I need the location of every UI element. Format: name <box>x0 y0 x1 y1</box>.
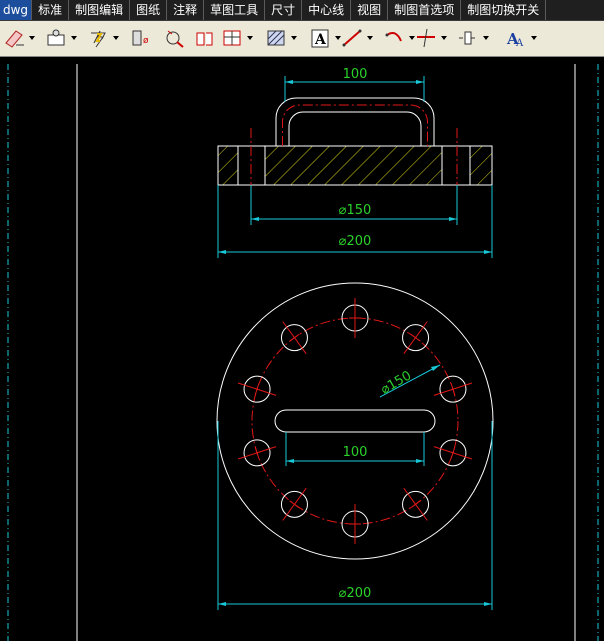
bolt-holes <box>237 298 473 544</box>
eraser-pencil-icon <box>5 30 24 48</box>
top-boltcircle-dim-text: ⌀150 <box>378 368 414 397</box>
menu-item[interactable]: 制图编辑 <box>69 0 131 20</box>
trim-button[interactable] <box>414 25 438 51</box>
bolt-hole <box>433 439 473 467</box>
note-text-button[interactable]: A <box>308 25 332 51</box>
menu-item[interactable]: 制图首选项 <box>388 0 462 20</box>
menu-item[interactable]: 注释 <box>167 0 205 20</box>
dropdown-arrow-icon[interactable] <box>531 35 537 41</box>
svg-text:ø: ø <box>143 36 149 46</box>
eraser-pencil-button[interactable] <box>2 25 26 51</box>
menu-item[interactable]: 标准 <box>32 0 70 20</box>
arc-button[interactable] <box>382 25 406 51</box>
hatch-region <box>265 146 442 185</box>
slot-length-dim-text: 100 <box>343 445 368 460</box>
top-outer-dim-text: ⌀200 <box>339 586 372 601</box>
bolt-circle <box>251 317 459 525</box>
menu-item[interactable]: 尺寸 <box>265 0 303 20</box>
menu-item[interactable]: 中心线 <box>302 0 352 20</box>
lightning-update-button[interactable] <box>86 25 110 51</box>
dropdown-arrow-icon[interactable] <box>247 35 253 41</box>
hatch-button[interactable] <box>264 25 288 51</box>
drawing-svg: 100 ⌀150 ⌀200 100 ⌀150 ⌀200 <box>7 64 599 641</box>
lightning-update-icon <box>91 30 106 48</box>
break-view-icon <box>196 32 213 46</box>
dim-arrow <box>431 365 440 371</box>
text-style-icon: AA <box>506 30 524 49</box>
menu-item[interactable]: 制图切换开关 <box>461 0 547 20</box>
dropdown-arrow-icon[interactable] <box>113 35 119 41</box>
dropdown-arrow-icon[interactable] <box>367 35 373 41</box>
front-handle-dim-text: 100 <box>343 67 368 82</box>
handle-centerline <box>282 104 428 146</box>
line-button[interactable] <box>340 25 364 51</box>
section-icon: ø <box>132 30 149 46</box>
front-view: 100 ⌀150 ⌀200 <box>217 67 493 258</box>
menu-item[interactable]: dwg <box>0 0 33 20</box>
broken-out-section-button[interactable] <box>220 25 244 51</box>
section-button[interactable]: ø <box>128 25 152 51</box>
menu-bar: dwg 标准 制图编辑 图纸 注释 草图工具 尺寸 中心线 视图 制图首选项 制图切换开关 <box>0 0 604 21</box>
front-outer-dim-text: ⌀200 <box>339 234 372 249</box>
note-text-icon: A <box>311 29 329 48</box>
view-settings-button[interactable] <box>44 25 68 51</box>
dropdown-arrow-icon[interactable] <box>291 35 297 41</box>
drawing-toolbar: øAAA <box>0 21 604 57</box>
centerline-icon <box>459 31 477 45</box>
bolt-hole <box>402 321 430 355</box>
dropdown-arrow-icon[interactable] <box>29 35 35 41</box>
drawing-canvas[interactable]: 100 ⌀150 ⌀200 100 ⌀150 ⌀200 <box>0 57 604 641</box>
detail-view-icon <box>166 30 184 48</box>
hatch-icon <box>267 30 285 46</box>
front-boltcircle-dim-text: ⌀150 <box>339 203 372 218</box>
menu-item[interactable]: 视图 <box>351 0 389 20</box>
top-view: 100 ⌀150 ⌀200 <box>216 282 494 610</box>
bolt-hole <box>237 375 277 403</box>
bolt-hole <box>237 439 277 467</box>
line-icon <box>342 29 362 47</box>
handle-inner <box>288 111 422 146</box>
menu-item[interactable]: 图纸 <box>130 0 168 20</box>
text-style-button[interactable]: AA <box>504 25 528 51</box>
view-settings-icon <box>47 29 65 46</box>
centerline-button[interactable] <box>456 25 480 51</box>
dropdown-arrow-icon[interactable] <box>483 35 489 41</box>
slot-outline <box>274 409 436 433</box>
broken-out-section-icon <box>223 30 241 46</box>
svg-text:A: A <box>515 38 524 49</box>
dropdown-arrow-icon[interactable] <box>71 35 77 41</box>
bolt-hole <box>280 487 308 521</box>
svg-text:A: A <box>314 32 327 48</box>
hatch-region <box>218 146 238 185</box>
bolt-hole <box>433 375 473 403</box>
detail-view-button[interactable] <box>162 25 186 51</box>
trim-icon <box>417 28 435 48</box>
dropdown-arrow-icon[interactable] <box>441 35 447 41</box>
bolt-hole <box>402 487 430 521</box>
arc-icon <box>385 32 402 42</box>
bolt-hole <box>280 321 308 355</box>
break-view-button[interactable] <box>192 25 216 51</box>
menu-item[interactable]: 草图工具 <box>204 0 266 20</box>
hatch-region <box>470 146 492 185</box>
